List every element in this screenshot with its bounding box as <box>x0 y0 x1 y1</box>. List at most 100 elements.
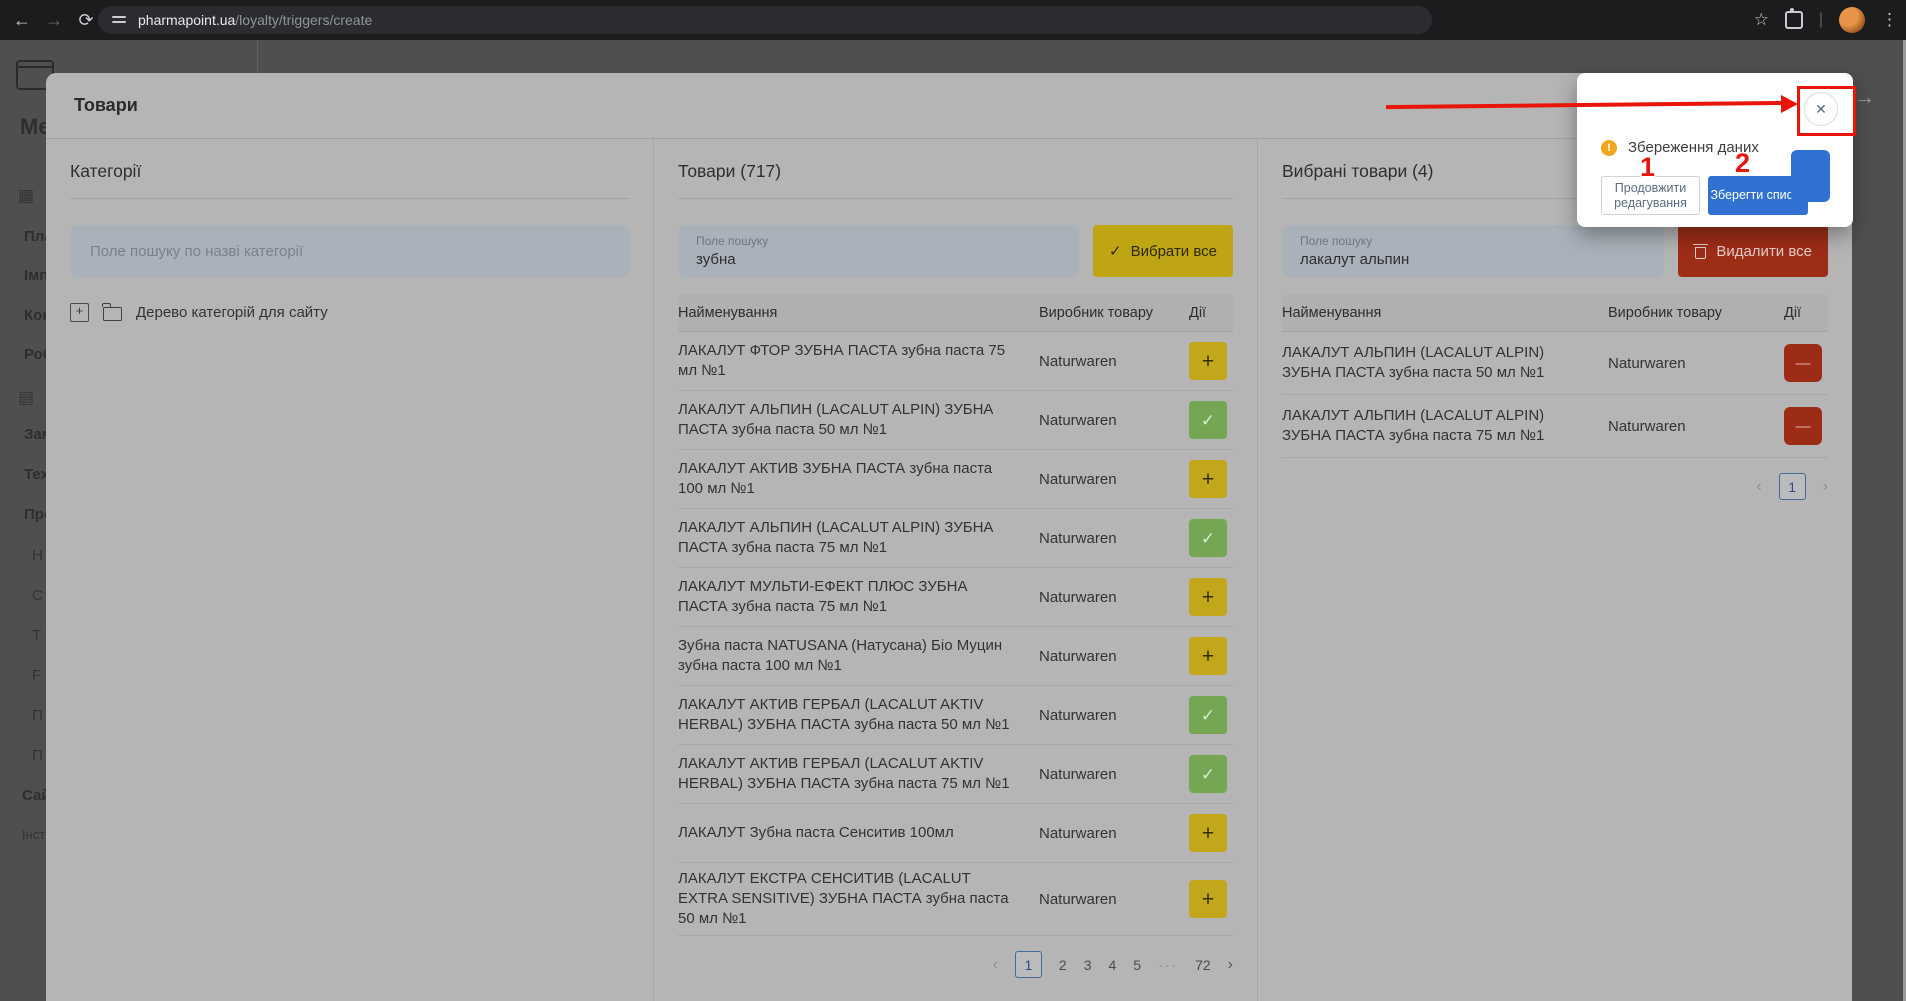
product-name: ЛАКАЛУТ АЛЬПИН (LACALUT ALPIN) ЗУБНА ПАС… <box>678 400 1039 440</box>
pagination-prev-icon[interactable]: ‹ <box>993 956 998 974</box>
profile-avatar[interactable] <box>1839 7 1865 33</box>
category-tree-node[interactable]: + Дерево категорій для сайту <box>70 303 629 322</box>
plus-icon: + <box>1202 823 1214 844</box>
header-actions: Дії <box>1189 305 1233 321</box>
product-name: ЛАКАЛУТ Зубна паста Сенситив 100мл <box>678 823 1039 843</box>
plus-icon: + <box>1202 889 1214 910</box>
check-icon: ✓ <box>1109 242 1122 260</box>
page-arrow-icon: → <box>1854 86 1875 110</box>
minus-icon: — <box>1796 419 1811 434</box>
toolbar-separator: | <box>1819 11 1823 29</box>
address-bar[interactable]: pharmapoint.ua/loyalty/triggers/create <box>98 6 1432 34</box>
products-pagination: ‹ 1 2 3 4 5 ··· 72 › <box>678 951 1233 978</box>
annotation-number-1: 1 <box>1640 152 1655 183</box>
check-icon: ✓ <box>1201 766 1215 783</box>
folder-icon <box>103 307 122 321</box>
select-all-button[interactable]: ✓ Вибрати все <box>1093 225 1233 277</box>
extensions-icon[interactable] <box>1785 11 1803 29</box>
product-name: ЛАКАЛУТ АЛЬПИН (LACALUT ALPIN) ЗУБНА ПАС… <box>1282 343 1608 383</box>
remove-all-label: Видалити все <box>1716 243 1812 260</box>
sidebar-item[interactable]: Імп <box>24 267 48 284</box>
pagination-ellipsis[interactable]: ··· <box>1158 957 1178 973</box>
sidebar-subitem[interactable]: Т <box>32 627 41 644</box>
trash-icon <box>1694 244 1707 259</box>
header-manufacturer: Виробник товару <box>1039 305 1189 321</box>
category-search-field[interactable] <box>70 225 629 277</box>
header-name: Найменування <box>678 305 1039 321</box>
products-title: Товари (717) <box>678 161 1233 199</box>
product-selected-button[interactable]: ✓ <box>1189 401 1227 439</box>
category-search-input[interactable] <box>88 242 615 261</box>
table-row: ЛАКАЛУТ Зубна паста Сенситив 100мл Natur… <box>678 804 1233 863</box>
sidebar-subitem[interactable]: С <box>32 587 43 604</box>
pagination-next-icon[interactable]: › <box>1823 478 1828 496</box>
product-selected-button[interactable]: ✓ <box>1189 755 1227 793</box>
product-manufacturer: Naturwaren <box>1039 648 1189 665</box>
product-search-field[interactable]: Поле пошуку зубна <box>678 225 1079 277</box>
product-manufacturer: Naturwaren <box>1608 355 1784 372</box>
add-product-button[interactable]: + <box>1189 814 1227 852</box>
url-host: pharmapoint.ua <box>138 12 235 28</box>
selected-search-value[interactable]: лакалут альпин <box>1300 251 1646 268</box>
add-product-button[interactable]: + <box>1189 460 1227 498</box>
site-info-icon[interactable] <box>112 14 126 26</box>
forward-icon[interactable]: → <box>38 10 70 31</box>
bookmark-star-icon[interactable]: ☆ <box>1754 10 1769 30</box>
pagination-page[interactable]: 1 <box>1015 951 1042 978</box>
pagination-page[interactable]: 4 <box>1109 957 1117 973</box>
product-selected-button[interactable]: ✓ <box>1189 696 1227 734</box>
pagination-page[interactable]: 2 <box>1059 957 1067 973</box>
plus-icon: + <box>1202 351 1214 372</box>
add-product-button[interactable]: + <box>1189 342 1227 380</box>
product-selected-button[interactable]: ✓ <box>1189 519 1227 557</box>
table-row: ЛАКАЛУТ АЛЬПИН (LACALUT ALPIN) ЗУБНА ПАС… <box>678 391 1233 450</box>
sidebar-item[interactable]: Інст <box>22 827 45 842</box>
pagination-page[interactable]: 1 <box>1779 473 1806 500</box>
grid-icon: ▦ <box>18 186 34 206</box>
back-icon[interactable]: ← <box>6 10 38 31</box>
check-icon: ✓ <box>1201 530 1215 547</box>
select-all-label: Вибрати все <box>1131 243 1217 260</box>
table-row: ЛАКАЛУТ ФТОР ЗУБНА ПАСТА зубна паста 75 … <box>678 332 1233 391</box>
obscured-save-button[interactable] <box>1791 150 1830 202</box>
sidebar-subitem[interactable]: П <box>32 747 43 764</box>
add-product-button[interactable]: + <box>1189 578 1227 616</box>
browser-menu-icon[interactable]: ⋮ <box>1881 10 1898 30</box>
header-manufacturer: Виробник товару <box>1608 305 1784 321</box>
selected-pagination: ‹ 1 › <box>1282 473 1828 500</box>
pagination-prev-icon[interactable]: ‹ <box>1756 478 1761 496</box>
product-search-value[interactable]: зубна <box>696 251 1061 268</box>
product-name: ЛАКАЛУТ АЛЬПИН (LACALUT ALPIN) ЗУБНА ПАС… <box>1282 406 1608 446</box>
product-manufacturer: Naturwaren <box>1039 412 1189 429</box>
header-name: Найменування <box>1282 305 1608 321</box>
sidebar-subitem[interactable]: П <box>32 707 43 724</box>
product-name: ЛАКАЛУТ ФТОР ЗУБНА ПАСТА зубна паста 75 … <box>678 341 1039 381</box>
categories-column: Категорії + Дерево категорій для сайту <box>46 139 653 1001</box>
product-name: ЛАКАЛУТ АКТИВ ЗУБНА ПАСТА зубна паста 10… <box>678 459 1039 499</box>
pagination-page[interactable]: 72 <box>1195 957 1211 973</box>
sidebar-subitem[interactable]: Н <box>32 547 43 564</box>
selected-search-field[interactable]: Поле пошуку лакалут альпин <box>1282 225 1664 277</box>
tree-node-label[interactable]: Дерево категорій для сайту <box>136 304 328 321</box>
plus-icon: + <box>1202 587 1214 608</box>
add-product-button[interactable]: + <box>1189 880 1227 918</box>
remove-all-button[interactable]: Видалити все <box>1678 225 1828 277</box>
annotation-number-2: 2 <box>1735 148 1750 179</box>
list-icon: ▤ <box>18 388 34 408</box>
table-row: ЛАКАЛУТ АКТИВ ГЕРБАЛ (LACALUT AKTIV HERB… <box>678 686 1233 745</box>
product-manufacturer: Naturwaren <box>1039 530 1189 547</box>
warning-icon: ! <box>1601 140 1617 156</box>
sidebar-subitem[interactable]: F <box>32 667 41 684</box>
products-table-header: Найменування Виробник товару Дії <box>678 295 1233 332</box>
minus-icon: — <box>1796 356 1811 371</box>
remove-product-button[interactable]: — <box>1784 344 1822 382</box>
pagination-page[interactable]: 5 <box>1133 957 1141 973</box>
expand-icon[interactable]: + <box>70 303 89 322</box>
product-manufacturer: Naturwaren <box>1039 589 1189 606</box>
product-name: ЛАКАЛУТ ЕКСТРА СЕНСИТИВ (LACALUT EXTRA S… <box>678 869 1039 929</box>
pagination-page[interactable]: 3 <box>1084 957 1092 973</box>
add-product-button[interactable]: + <box>1189 637 1227 675</box>
pagination-next-icon[interactable]: › <box>1228 956 1233 974</box>
remove-product-button[interactable]: — <box>1784 407 1822 445</box>
table-row: ЛАКАЛУТ АКТИВ ЗУБНА ПАСТА зубна паста 10… <box>678 450 1233 509</box>
